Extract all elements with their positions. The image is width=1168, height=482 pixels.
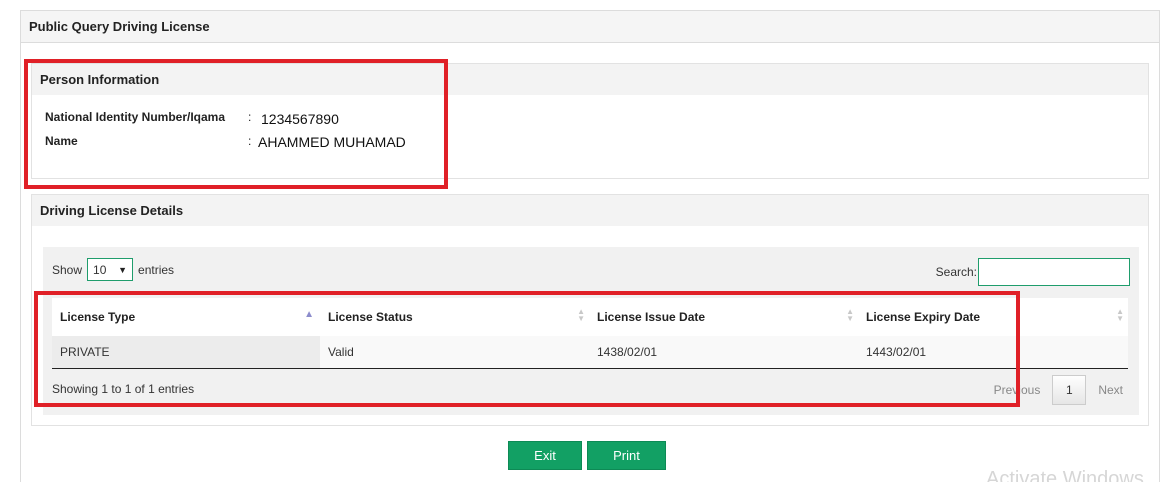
- pagination: Previous 1 Next: [988, 375, 1129, 405]
- id-label: National Identity Number/Iqama: [45, 110, 226, 124]
- person-information-panel: Person Information National Identity Num…: [31, 63, 1149, 179]
- exit-button[interactable]: Exit: [508, 441, 582, 470]
- column-label: License Status: [328, 310, 413, 324]
- table-row[interactable]: PRIVATE Valid 1438/02/01 1443/02/01: [52, 336, 1128, 369]
- column-header-license-type[interactable]: License Type ▲: [52, 298, 320, 336]
- entries-length-control: Show 10 ▼ entries: [52, 258, 174, 281]
- id-value: 1234567890: [261, 111, 339, 127]
- column-label: License Expiry Date: [866, 310, 981, 324]
- print-button[interactable]: Print: [587, 441, 666, 470]
- column-header-license-status[interactable]: License Status ▲ ▼: [320, 298, 589, 336]
- page-title: Public Query Driving License: [21, 11, 1159, 43]
- name-colon: :: [248, 134, 252, 148]
- table-info-text: Showing 1 to 1 of 1 entries: [52, 382, 195, 396]
- license-table: License Type ▲ License Status ▲ ▼ License…: [52, 298, 1128, 369]
- sort-icon: ▲ ▼: [1116, 307, 1124, 323]
- chevron-down-icon: ▼: [118, 264, 128, 275]
- cell-issue-date: 1438/02/01: [597, 345, 658, 359]
- id-colon: :: [248, 110, 252, 124]
- driving-license-heading: Driving License Details: [32, 195, 1148, 226]
- windows-activation-watermark: Activate Windows: [986, 468, 1144, 482]
- next-page-button[interactable]: Next: [1092, 383, 1129, 397]
- entries-select[interactable]: 10 ▼: [87, 258, 134, 281]
- previous-page-button[interactable]: Previous: [988, 383, 1047, 397]
- table-header: License Type ▲ License Status ▲ ▼ License…: [52, 298, 1128, 336]
- column-header-expiry-date[interactable]: License Expiry Date ▲ ▼: [858, 298, 1128, 336]
- page-button-current[interactable]: 1: [1052, 375, 1087, 405]
- entries-select-value: 10: [93, 262, 107, 277]
- cell-expiry-date: 1443/02/01: [866, 345, 927, 359]
- name-label: Name: [45, 134, 78, 148]
- sort-ascending-icon: ▲: [304, 309, 314, 320]
- search-input[interactable]: [978, 258, 1130, 286]
- driving-license-panel: Driving License Details Show 10 ▼ entrie…: [31, 194, 1149, 426]
- sort-icon: ▲ ▼: [577, 307, 585, 323]
- name-value: AHAMMED MUHAMAD: [258, 134, 406, 150]
- show-label: Show: [52, 262, 83, 277]
- search-control: Search:: [936, 258, 1130, 286]
- cell-license-type: PRIVATE: [52, 336, 320, 368]
- column-label: License Type: [60, 310, 136, 324]
- column-header-issue-date[interactable]: License Issue Date ▲ ▼: [589, 298, 858, 336]
- search-label: Search:: [935, 265, 977, 279]
- license-datatable: Show 10 ▼ entries Search: License Type ▲…: [43, 247, 1139, 415]
- sort-icon: ▲ ▼: [846, 307, 854, 323]
- entries-label: entries: [138, 262, 175, 277]
- column-label: License Issue Date: [597, 310, 706, 324]
- person-information-heading: Person Information: [32, 64, 1148, 95]
- cell-license-status: Valid: [328, 345, 354, 359]
